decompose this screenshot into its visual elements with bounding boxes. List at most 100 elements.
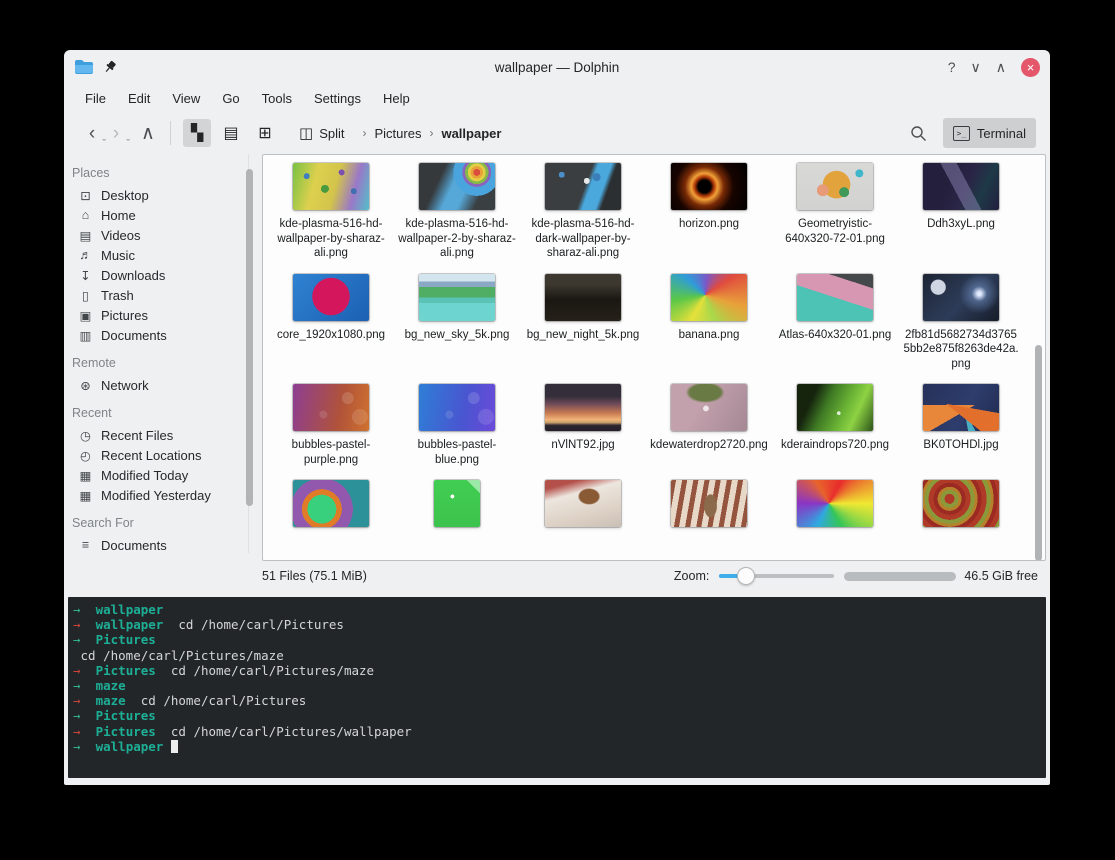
icons-view-button[interactable]: ▚ xyxy=(183,119,211,147)
tree-view-button[interactable]: ⊞ xyxy=(251,119,279,147)
file-thumbnail xyxy=(797,274,873,321)
pictures-icon: ▣ xyxy=(78,308,93,323)
terminal-line: → Pictures xyxy=(73,708,1046,723)
file-name: Atlas-640x320-01.png xyxy=(779,328,892,343)
fileview-scrollbar-thumb[interactable] xyxy=(1035,345,1042,561)
help-button[interactable]: ? xyxy=(948,60,956,74)
sidebar-item-documents[interactable]: ▥Documents xyxy=(72,325,240,345)
file-grid: kde-plasma-516-hd-wallpaper-by-sharaz-al… xyxy=(263,155,1045,540)
forward-dropdown-caret[interactable]: ˇ xyxy=(126,139,130,150)
menu-view[interactable]: View xyxy=(161,87,211,110)
sidebar-item-label: Pictures xyxy=(101,308,148,323)
sidebar-item-music[interactable]: ♬Music xyxy=(72,245,240,265)
file-item[interactable]: kderaindrops720.png xyxy=(772,384,898,467)
file-item[interactable]: core_1920x1080.png xyxy=(268,274,394,372)
file-name: BK0TOHDl.jpg xyxy=(923,438,998,453)
breadcrumb-wallpaper[interactable]: wallpaper xyxy=(441,126,501,141)
sidebar-item-modified-today[interactable]: ▦Modified Today xyxy=(72,465,240,485)
split-button[interactable]: ◫ Split xyxy=(291,124,352,142)
file-item[interactable] xyxy=(394,480,520,527)
forward-button[interactable]: ›ˇ xyxy=(104,124,128,143)
sidebar-item-pictures[interactable]: ▣ Pictures xyxy=(72,305,240,325)
file-item[interactable]: bg_new_sky_5k.png xyxy=(394,274,520,372)
file-item[interactable] xyxy=(520,480,646,527)
menu-edit[interactable]: Edit xyxy=(117,87,161,110)
minimize-button[interactable]: ∨ xyxy=(971,60,981,74)
sidebar-item-documents[interactable]: ≡Documents xyxy=(72,535,240,555)
file-item[interactable] xyxy=(268,480,394,527)
menu-settings[interactable]: Settings xyxy=(303,87,372,110)
file-item[interactable]: Atlas-640x320-01.png xyxy=(772,274,898,372)
file-item[interactable]: bubbles-pastel-purple.png xyxy=(268,384,394,467)
sidebar-item-desktop[interactable]: ⊡Desktop xyxy=(72,185,240,205)
file-item[interactable]: 2fb81d5682734d37655bb2e875f8263de42a.png xyxy=(898,274,1024,372)
maximize-button[interactable]: ∧ xyxy=(996,60,1006,74)
prompt-directory: wallpaper xyxy=(96,617,164,632)
up-icon: ∧ xyxy=(141,123,155,144)
sidebar-item-label: Trash xyxy=(101,288,134,303)
back-button[interactable]: ‹ˇ xyxy=(80,124,104,143)
file-item[interactable] xyxy=(646,480,772,527)
prompt-directory: maze xyxy=(96,678,126,693)
chevron-right-icon: › xyxy=(362,126,366,140)
file-item[interactable]: bg_new_night_5k.png xyxy=(520,274,646,372)
file-thumbnail xyxy=(671,163,747,210)
terminal-line: → wallpaper xyxy=(73,739,1046,754)
prompt-arrow-icon: → xyxy=(73,663,81,678)
up-button[interactable]: ∧ xyxy=(136,124,160,143)
close-button[interactable]: × xyxy=(1021,58,1040,77)
fileview-scrollbar[interactable] xyxy=(1033,156,1044,559)
videos-icon: ▤ xyxy=(78,228,93,243)
dolphin-window: wallpaper — Dolphin ? ∨ ∧ × FileEditView… xyxy=(64,50,1050,785)
titlebar[interactable]: wallpaper — Dolphin ? ∨ ∧ × xyxy=(64,50,1050,84)
terminal-command: cd /home/carl/Pictures/maze xyxy=(73,648,284,663)
terminal-icon: >_ xyxy=(953,126,970,141)
file-view[interactable]: kde-plasma-516-hd-wallpaper-by-sharaz-al… xyxy=(262,154,1046,561)
file-item[interactable]: banana.png xyxy=(646,274,772,372)
sidebar-scrollbar-thumb[interactable] xyxy=(246,169,253,506)
sidebar-item-recent-locations[interactable]: ◴Recent Locations xyxy=(72,445,240,465)
sidebar-item-home[interactable]: ⌂Home xyxy=(72,205,240,225)
file-item[interactable]: kdewaterdrop2720.png xyxy=(646,384,772,467)
file-item[interactable]: bubbles-pastel-blue.png xyxy=(394,384,520,467)
sidebar-section-title: Recent xyxy=(72,406,240,420)
calendar-icon: ▦ xyxy=(78,468,93,483)
menu-go[interactable]: Go xyxy=(211,87,250,110)
pin-icon[interactable] xyxy=(103,60,117,74)
zoom-slider[interactable] xyxy=(719,567,834,585)
file-item[interactable]: kde-plasma-516-hd-dark-wallpaper-by-shar… xyxy=(520,163,646,261)
sidebar-section-title: Remote xyxy=(72,356,240,370)
menu-file[interactable]: File xyxy=(74,87,117,110)
menu-tools[interactable]: Tools xyxy=(251,87,303,110)
sidebar-item-trash[interactable]: ▯Trash xyxy=(72,285,240,305)
file-item[interactable] xyxy=(772,480,898,527)
file-thumbnail xyxy=(545,384,621,431)
prompt-directory: Pictures xyxy=(96,632,156,647)
terminal-panel[interactable]: → wallpaper → wallpaper cd /home/carl/Pic… xyxy=(68,597,1046,778)
file-item[interactable]: BK0TOHDl.jpg xyxy=(898,384,1024,467)
menu-help[interactable]: Help xyxy=(372,87,421,110)
sidebar-item-videos[interactable]: ▤Videos xyxy=(72,225,240,245)
file-item[interactable]: nVlNT92.jpg xyxy=(520,384,646,467)
file-item[interactable]: kde-plasma-516-hd-wallpaper-2-by-sharaz-… xyxy=(394,163,520,261)
sidebar-item-network[interactable]: ⊛Network xyxy=(72,375,240,395)
breadcrumb-pictures[interactable]: Pictures xyxy=(374,126,421,141)
file-item[interactable]: kde-plasma-516-hd-wallpaper-by-sharaz-al… xyxy=(268,163,394,261)
file-item[interactable]: Ddh3xyL.png xyxy=(898,163,1024,261)
sidebar-item-recent-files[interactable]: ◷Recent Files xyxy=(72,425,240,445)
icons-view-icon: ▚ xyxy=(191,123,203,143)
zoom-slider-handle[interactable] xyxy=(737,567,755,585)
file-thumbnail xyxy=(293,163,369,210)
sidebar-item-modified-yesterday[interactable]: ▦Modified Yesterday xyxy=(72,485,240,505)
search-button[interactable] xyxy=(910,125,927,142)
file-name: kderaindrops720.png xyxy=(781,438,889,453)
file-item[interactable] xyxy=(898,480,1024,527)
details-view-button[interactable]: ▤ xyxy=(217,119,245,147)
file-item[interactable]: horizon.png xyxy=(646,163,772,261)
terminal-toggle-button[interactable]: >_ Terminal xyxy=(943,118,1036,148)
file-name: kde-plasma-516-hd-dark-wallpaper-by-shar… xyxy=(524,217,642,261)
file-thumbnail xyxy=(923,274,999,321)
file-item[interactable]: Geometryistic-640x320-72-01.png xyxy=(772,163,898,261)
sidebar-scrollbar[interactable] xyxy=(240,154,262,561)
sidebar-item-downloads[interactable]: ↧Downloads xyxy=(72,265,240,285)
